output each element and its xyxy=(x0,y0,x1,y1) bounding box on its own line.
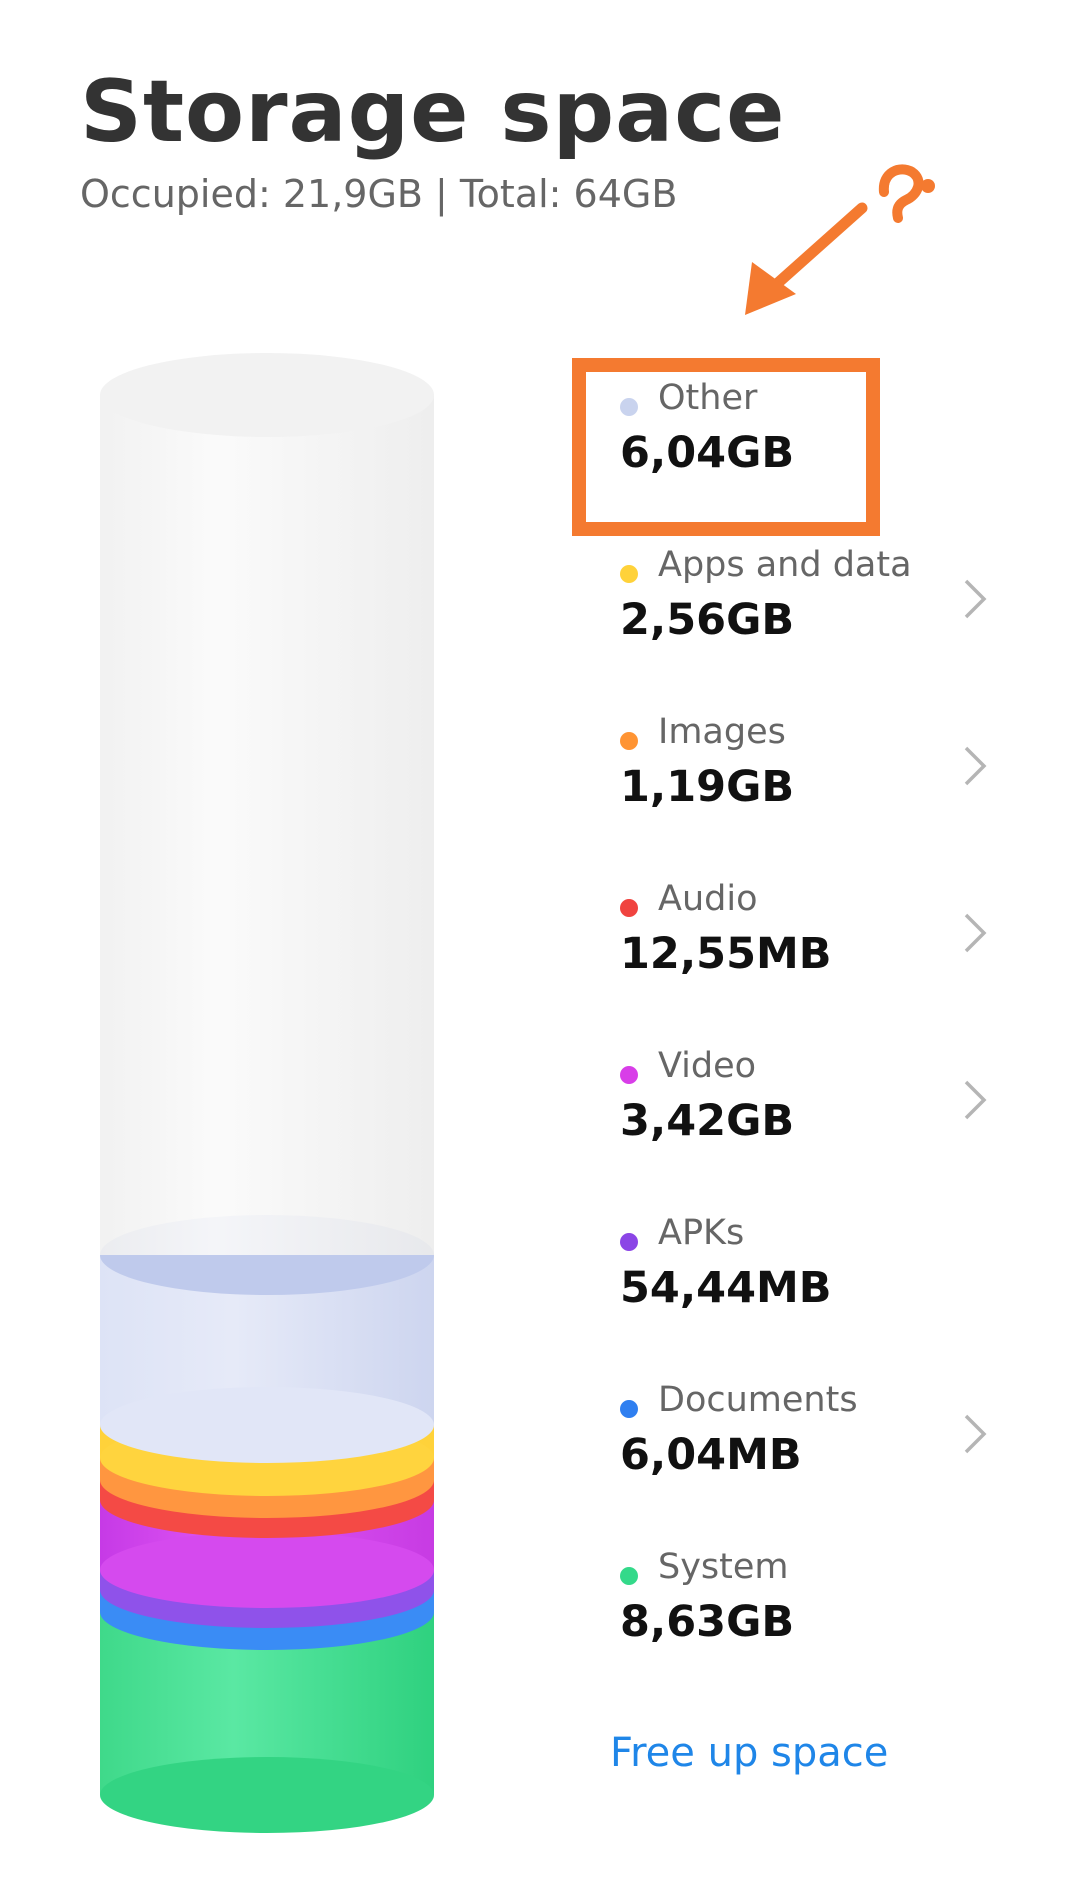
system-color-dot xyxy=(620,1567,638,1585)
category-label: Images xyxy=(658,712,786,752)
apks-color-dot xyxy=(620,1233,638,1251)
video-color-dot xyxy=(620,1066,638,1084)
category-size: 6,04MB xyxy=(620,1430,802,1480)
category-size: 3,42GB xyxy=(620,1096,795,1146)
chevron-right-icon xyxy=(964,913,987,953)
apps-color-dot xyxy=(620,565,638,583)
documents-color-dot xyxy=(620,1400,638,1418)
category-label: System xyxy=(658,1547,789,1587)
category-apks[interactable]: APKs 54,44MB xyxy=(620,1213,1000,1333)
cylinder-empty-space xyxy=(100,353,434,1255)
category-video[interactable]: Video 3,42GB xyxy=(620,1046,1000,1166)
chevron-right-icon xyxy=(964,1080,987,1120)
free-up-space-button[interactable]: Free up space xyxy=(610,1730,888,1776)
category-size: 54,44MB xyxy=(620,1263,832,1313)
category-size: 8,63GB xyxy=(620,1597,795,1647)
category-documents[interactable]: Documents 6,04MB xyxy=(620,1380,1000,1500)
category-apps-and-data[interactable]: Apps and data 2,56GB xyxy=(620,545,1000,665)
category-system[interactable]: System 8,63GB xyxy=(620,1547,1000,1667)
category-label: Apps and data xyxy=(658,545,912,585)
category-label: Video xyxy=(658,1046,757,1086)
category-label: APKs xyxy=(658,1213,745,1253)
chevron-right-icon xyxy=(964,746,987,786)
images-color-dot xyxy=(620,732,638,750)
category-audio[interactable]: Audio 12,55MB xyxy=(620,879,1000,999)
category-label: Audio xyxy=(658,879,758,919)
annotation-highlight-box xyxy=(572,358,880,536)
category-label: Documents xyxy=(658,1380,858,1420)
category-size: 1,19GB xyxy=(620,762,795,812)
audio-color-dot xyxy=(620,899,638,917)
category-size: 2,56GB xyxy=(620,595,795,645)
category-size: 12,55MB xyxy=(620,929,832,979)
chevron-right-icon xyxy=(964,1414,987,1454)
category-images[interactable]: Images 1,19GB xyxy=(620,712,1000,832)
chevron-right-icon xyxy=(964,579,987,619)
